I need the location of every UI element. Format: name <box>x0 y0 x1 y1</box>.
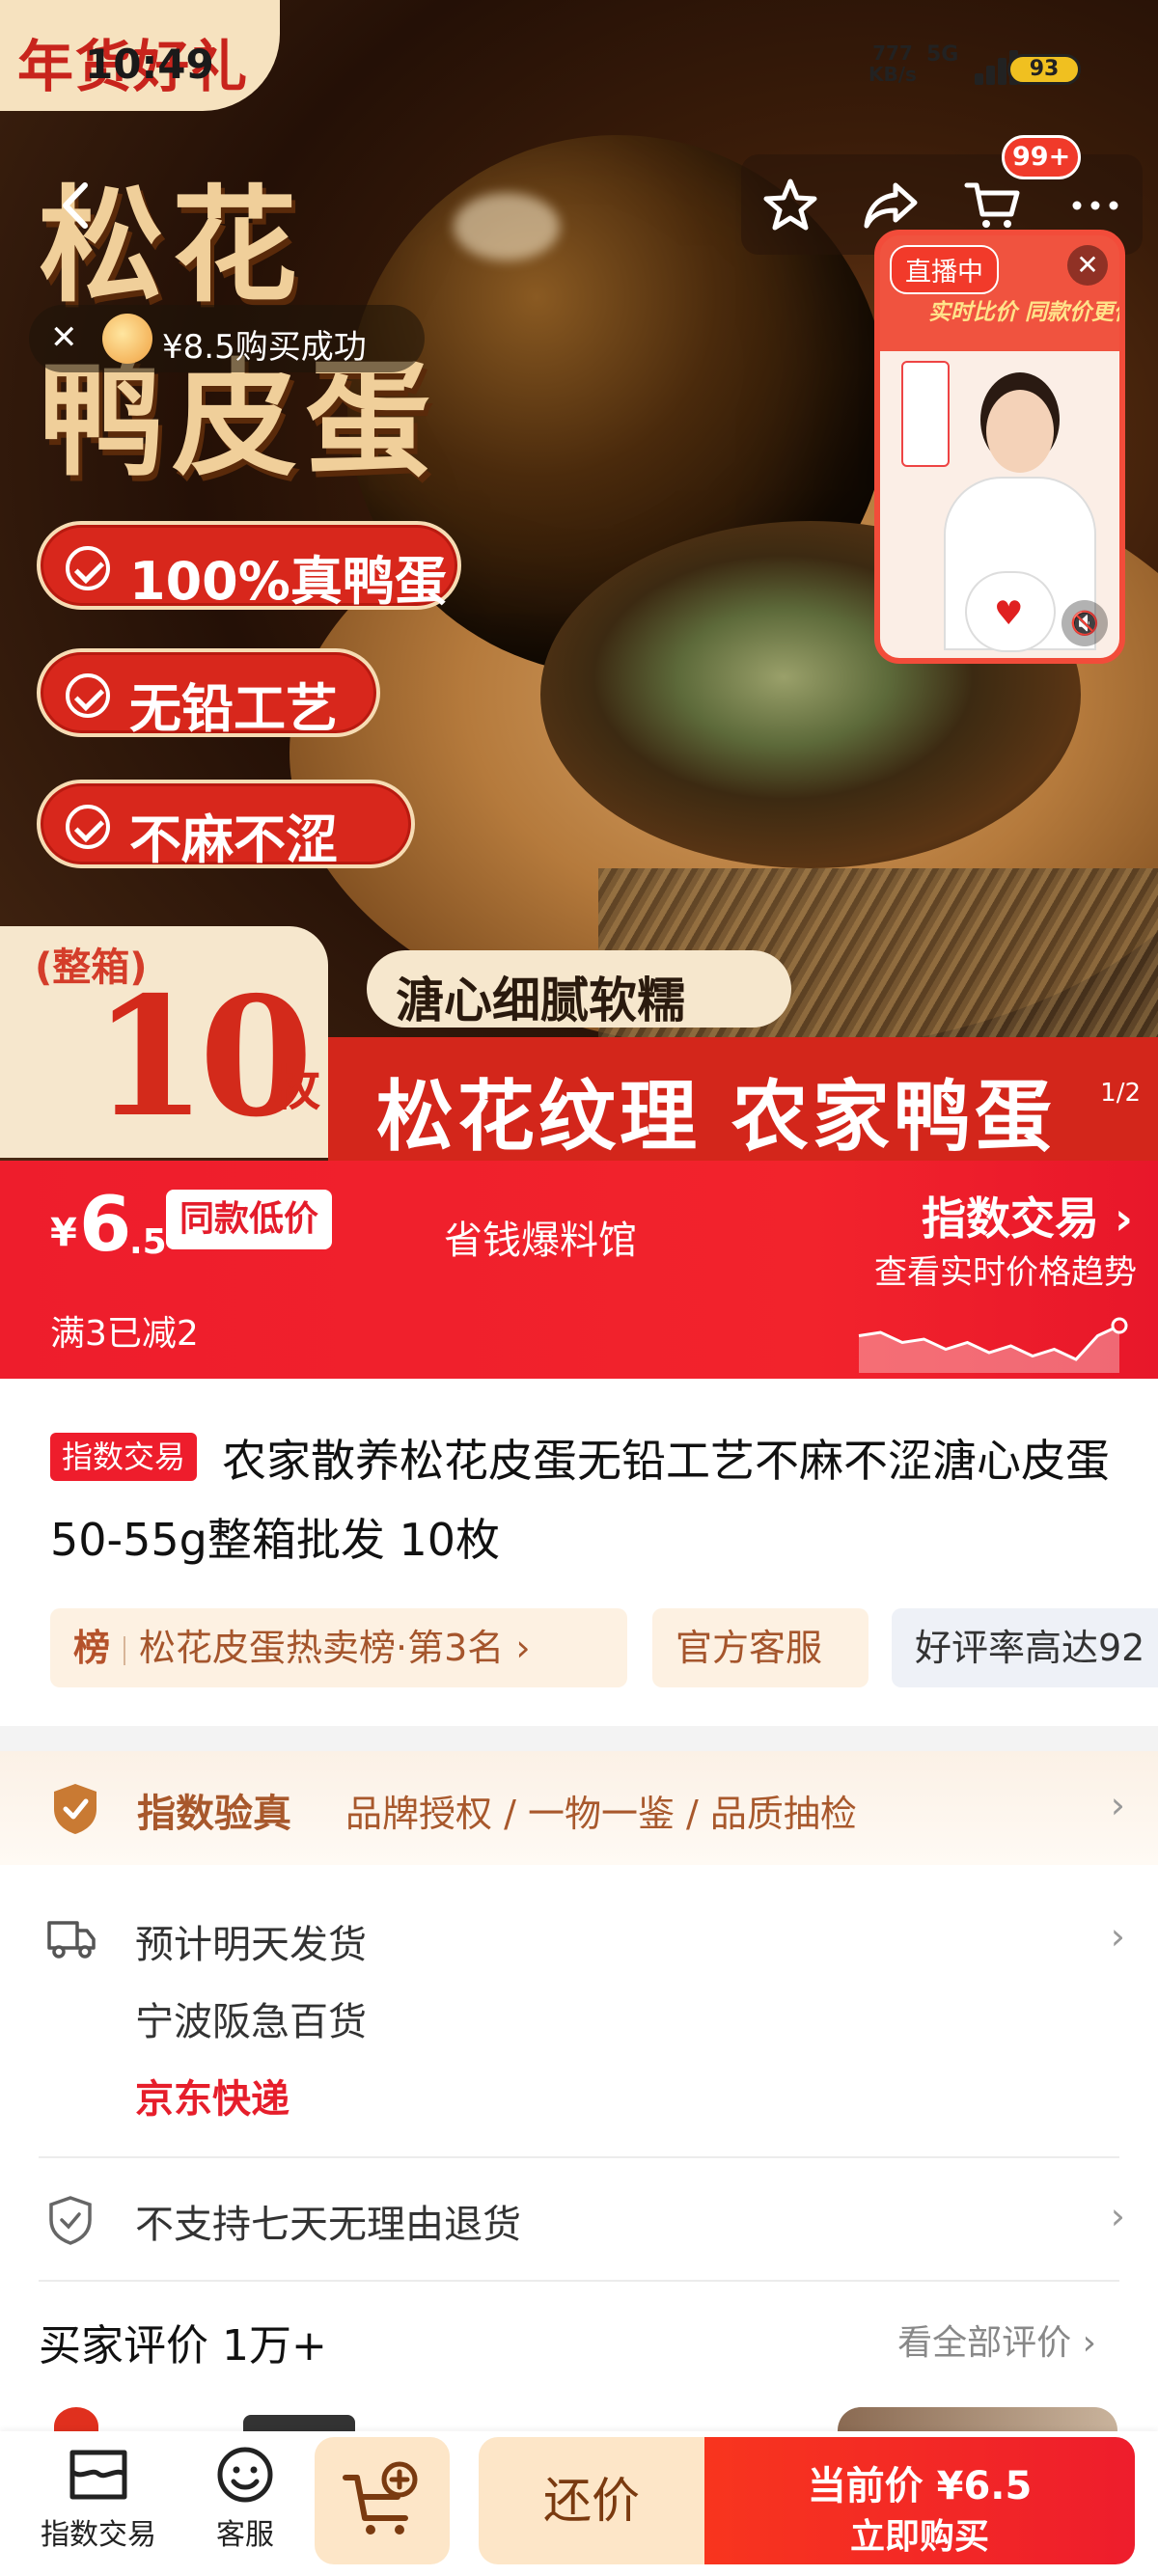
toast-text: ¥8.5购买成功 <box>162 328 367 367</box>
chevron-right-icon: › <box>1110 2195 1125 2237</box>
haggle-button[interactable]: 还价 <box>479 2437 704 2564</box>
back-button[interactable] <box>42 172 110 239</box>
product-title: 农家散养松花皮蛋无铅工艺不麻不涩溏心皮蛋50-55g整箱批发 10枚 <box>50 1435 1110 1566</box>
rank-chip[interactable]: 榜松花皮蛋热卖榜·第3名 › <box>50 1608 627 1687</box>
customer-service-chip[interactable]: 官方客服 <box>652 1608 868 1687</box>
divider <box>39 2156 1119 2158</box>
feature-badge-text: 100%真鸭蛋 <box>129 551 447 612</box>
cart-icon[interactable] <box>963 176 1023 235</box>
egg-highlight <box>454 193 560 260</box>
image-index: 1 <box>1100 1079 1117 1108</box>
net-speed: 777 KB/s <box>868 42 917 85</box>
smile-icon <box>217 2447 273 2503</box>
index-trade-subtitle: 查看实时价格趋势 <box>874 1253 1137 1292</box>
index-trade-link[interactable]: 指数交易 › <box>922 1184 1133 1247</box>
purchase-toast: ✕ ¥8.5购买成功 <box>29 305 425 372</box>
chevron-right-icon: › <box>1115 1192 1133 1245</box>
cart-count-badge: 99+ <box>1002 135 1082 179</box>
see-all-reviews-link[interactable]: 看全部评价 › <box>897 2315 1096 2365</box>
feature-badge-text: 不麻不涩 <box>129 809 338 870</box>
buy-price: 当前价 ¥6.5 <box>807 2464 1033 2508</box>
image-counter: 1/2 <box>1100 1079 1141 1108</box>
ship-from: 宁波阪急百货 <box>135 2000 367 2044</box>
store-icon <box>69 2450 127 2500</box>
low-price-badge: 同款低价 <box>166 1190 333 1249</box>
network-type: 5G <box>926 42 959 67</box>
tagline-bar: 溏心细腻软糯 <box>367 950 791 1028</box>
price-decimal: .5 <box>129 1222 167 1262</box>
check-icon <box>66 546 110 590</box>
image-total: 2 <box>1124 1079 1141 1108</box>
price-trend-sparkline <box>858 1317 1128 1373</box>
tagline-text: 溏心细腻软糯 <box>396 973 685 1028</box>
avatar <box>102 314 152 364</box>
product-chips: 榜松花皮蛋热卖榜·第3名 › 官方客服 好评率高达92 <box>50 1608 1158 1687</box>
chevron-left-icon <box>63 182 88 229</box>
trend-area <box>859 1326 1119 1373</box>
cart-plus-icon <box>343 2461 418 2535</box>
index-trade-tag: 指数交易 <box>50 1433 198 1481</box>
more-icon[interactable] <box>1065 176 1125 235</box>
add-to-cart-button[interactable] <box>315 2437 450 2564</box>
net-speed-value: 777 <box>872 41 913 65</box>
trend-endpoint <box>1111 1317 1128 1334</box>
live-subtitle: 实时比价 同款价更低 <box>928 300 1125 325</box>
rank-icon: 榜 <box>73 1627 111 1669</box>
close-icon[interactable]: ✕ <box>50 318 78 357</box>
heart-icon: ♥ <box>994 594 1024 633</box>
share-icon[interactable] <box>861 176 921 235</box>
index-trade-title: 指数交易 <box>922 1192 1100 1245</box>
rating-chip[interactable]: 好评率高达92 <box>892 1608 1158 1687</box>
chevron-right-icon: › <box>515 1627 531 1669</box>
shield-icon <box>49 2196 92 2245</box>
product-info-card: 农家散养松花皮蛋无铅工艺不麻不涩溏心皮蛋50-55g整箱批发 10枚 指数交易 … <box>0 1379 1158 1726</box>
bottom-action-bar: 指数交易 客服 还价 当前价 ¥6.5 立即购买 <box>0 2431 1158 2576</box>
feature-badge: 无铅工艺 <box>37 648 380 739</box>
buy-now-button[interactable]: 当前价 ¥6.5 立即购买 <box>704 2437 1135 2564</box>
promo-text: 满3已减2 <box>50 1314 199 1354</box>
chevron-right-icon: › <box>1110 1784 1125 1826</box>
feature-badge-text: 无铅工艺 <box>129 678 338 739</box>
courier: 京东快递 <box>135 2077 290 2122</box>
verify-detail: 品牌授权 / 一物一鉴 / 品质抽检 <box>345 1793 857 1835</box>
close-icon[interactable]: ✕ <box>1067 245 1108 286</box>
verify-title: 指数验真 <box>137 1792 291 1836</box>
index-trade-tab-label: 指数交易 <box>41 2518 156 2552</box>
shop-name[interactable]: 省钱爆料馆 <box>444 1209 637 1265</box>
live-stream-window[interactable]: 直播中 ✕ 实时比价 同款价更低 ♥ 🔇 <box>874 230 1125 664</box>
price-bar: ¥ 6 .5 同款低价 省钱爆料馆 满3已减2 指数交易 › 查看实时价格趋势 <box>0 1161 1158 1379</box>
feature-badge: 不麻不涩 <box>37 780 415 870</box>
buy-label: 立即购买 <box>849 2517 989 2557</box>
feature-badge: 100%真鸭蛋 <box>37 521 461 612</box>
verify-row[interactable]: 指数验真 品牌授权 / 一物一鉴 / 品质抽检 › <box>0 1751 1158 1865</box>
battery-icon: 93 <box>1007 54 1081 85</box>
slogan-bar: 松花纹理 农家鸭蛋 <box>328 1037 1158 1161</box>
customer-service-tab-label: 客服 <box>216 2518 274 2552</box>
mute-icon[interactable]: 🔇 <box>1062 600 1108 646</box>
star-icon[interactable] <box>760 176 820 235</box>
index-trade-tab[interactable]: 指数交易 <box>31 2445 166 2553</box>
reviews-title: 买家评价 1万+ <box>39 2321 327 2370</box>
live-tag: 直播中 <box>890 245 999 294</box>
price-integer: 6 <box>79 1182 132 1269</box>
check-icon <box>66 673 110 718</box>
truck-icon <box>47 1921 96 1959</box>
status-time: 10:49 <box>85 41 214 88</box>
price-currency: ¥ <box>50 1211 77 1255</box>
box-count-unit: 枚 <box>272 1060 320 1116</box>
return-policy[interactable]: 不支持七天无理由退货 <box>135 2193 521 2249</box>
divider <box>39 2280 1119 2282</box>
net-speed-unit: KB/s <box>868 63 917 86</box>
see-all-reviews-label: 看全部评价 <box>897 2323 1072 2363</box>
rank-text: 松花皮蛋热卖榜·第3名 <box>139 1627 505 1669</box>
status-bar: 10:49 777 KB/s 5G 93 <box>0 0 1158 106</box>
customer-service-tab[interactable]: 客服 <box>178 2445 313 2553</box>
chevron-right-icon: › <box>1110 1915 1125 1958</box>
box-count-tag: (整箱) 10 枚 <box>0 926 328 1158</box>
shield-check-icon <box>54 1784 96 1834</box>
ship-time[interactable]: 预计明天发货 <box>135 1913 367 1969</box>
check-icon <box>66 805 110 849</box>
slogan-text: 松花纹理 农家鸭蛋 <box>376 1072 1056 1161</box>
